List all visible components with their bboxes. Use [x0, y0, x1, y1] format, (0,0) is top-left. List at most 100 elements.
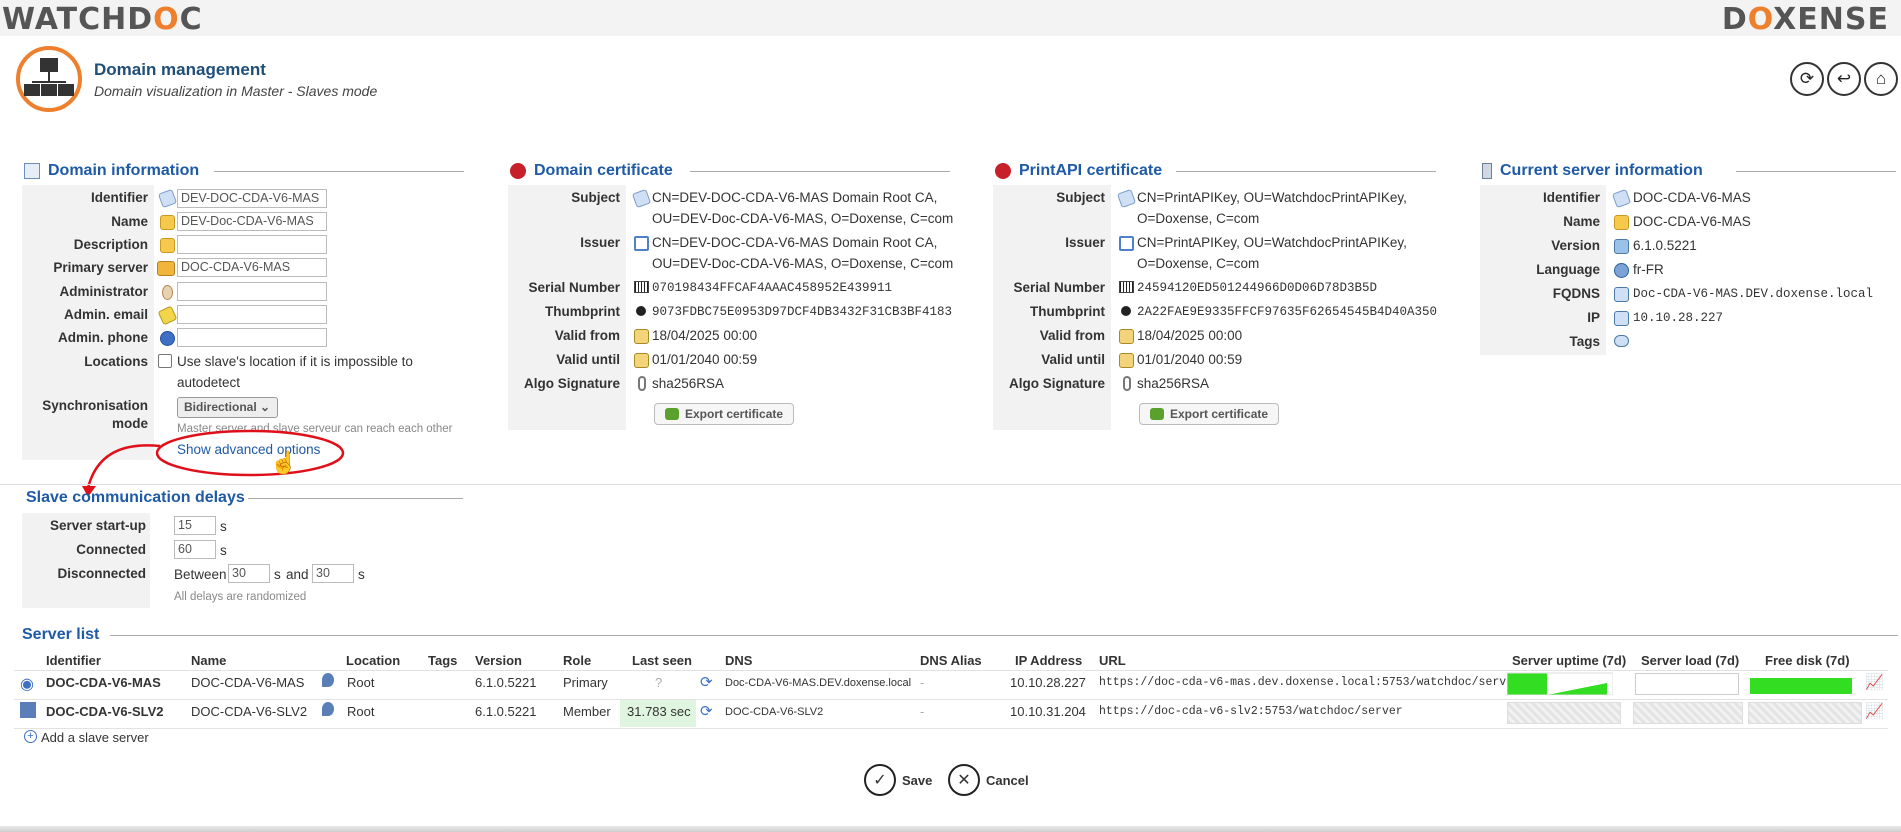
cert-algo: sha256RSA: [652, 376, 725, 391]
save-label[interactable]: Save: [902, 773, 932, 788]
label-tags: Tags: [1569, 334, 1600, 349]
cancel-label[interactable]: Cancel: [986, 773, 1029, 788]
cert-valid-from: 18/04/2025 00:00: [652, 328, 758, 343]
cancel-button[interactable]: ✕: [948, 764, 980, 796]
column-name[interactable]: Name: [191, 653, 226, 668]
barcode-icon: [634, 281, 649, 293]
column-ip-address[interactable]: IP Address: [1015, 653, 1082, 668]
barcode-icon: [1119, 281, 1134, 293]
printapi-thumbprint: 2A22FAE9E9335FFCF97635F62654545B4D40A350: [1137, 305, 1438, 319]
load-chart-empty: [1633, 702, 1743, 724]
label-serial-number: Serial Number: [1013, 280, 1105, 295]
label-valid-until: Valid until: [1041, 352, 1105, 367]
export-domain-certificate-button[interactable]: Export certificate: [654, 403, 794, 425]
and-label: and: [286, 567, 309, 582]
row-url[interactable]: https://doc-cda-v6-slv2:5753/watchdoc/se…: [1099, 705, 1403, 718]
network-icon: [1119, 236, 1134, 251]
label-thumbprint: Thumbprint: [1030, 304, 1105, 319]
hand-cursor-icon: ☝: [270, 450, 298, 475]
sync-icon[interactable]: ⟳: [700, 673, 713, 691]
home-button[interactable]: ⌂: [1864, 62, 1898, 96]
save-button[interactable]: ✓: [864, 764, 896, 796]
connected-delay-field[interactable]: 60: [174, 540, 216, 559]
cert-valid-until: 01/01/2040 00:59: [652, 352, 758, 367]
column-url[interactable]: URL: [1099, 653, 1126, 668]
add-icon[interactable]: +: [24, 730, 37, 743]
paperclip-icon: [638, 376, 646, 391]
startup-delay-field[interactable]: 15: [174, 516, 216, 535]
printapi-serial: 24594120ED501244966D0D06D78D3B5D: [1137, 281, 1378, 295]
row-dns: Doc-CDA-V6-MAS.DEV.doxense.local: [725, 677, 912, 689]
key-icon: [636, 306, 646, 316]
row-identifier[interactable]: DOC-CDA-V6-MAS: [46, 675, 161, 690]
unit-label: s: [274, 567, 281, 582]
sync-icon[interactable]: ⟳: [700, 702, 713, 720]
current-server-title: Current server information: [1482, 162, 1703, 180]
column-version[interactable]: Version: [475, 653, 522, 668]
row-last-seen: 31.783 sec: [627, 704, 691, 719]
unit-label: s: [358, 567, 365, 582]
calendar-icon: [634, 353, 649, 368]
column-dns[interactable]: DNS: [725, 653, 752, 668]
printapi-valid-until: 01/01/2040 00:59: [1137, 352, 1243, 367]
row-dns: DOC-CDA-V6-SLV2: [725, 706, 824, 718]
row-name: DOC-CDA-V6-MAS: [191, 675, 305, 690]
column-identifier[interactable]: Identifier: [46, 653, 101, 668]
row-version: 6.1.0.5221: [475, 704, 537, 719]
home-icon: ⌂: [1875, 69, 1887, 88]
column-last-seen[interactable]: Last seen: [632, 653, 692, 668]
server-list-title: Server list: [22, 626, 100, 643]
tags-icon: [1614, 335, 1629, 347]
tag-icon: [1611, 188, 1632, 209]
annotation-arrow: [82, 429, 345, 497]
label-subject: Subject: [571, 190, 620, 205]
free-disk-chart-empty: [1748, 702, 1862, 724]
row-identifier[interactable]: DOC-CDA-V6-SLV2: [46, 704, 164, 719]
uptime-chart: [1507, 672, 1613, 695]
uptime-chart-empty: [1507, 702, 1621, 724]
cert-subject-2: OU=DEV-Doc-CDA-V6-MAS, O=Doxense, C=com: [652, 211, 954, 226]
printapi-issuer: CN=PrintAPIKey, OU=WatchdocPrintAPIKey,: [1137, 235, 1407, 250]
add-slave-server-link[interactable]: Add a slave server: [41, 730, 149, 745]
folder-icon: [1614, 215, 1629, 230]
key-icon: [1121, 306, 1131, 316]
delays-hint: All delays are randomized: [174, 591, 307, 603]
chart-icon[interactable]: 📈: [1865, 673, 1884, 691]
column-dns-alias[interactable]: DNS Alias: [920, 653, 982, 668]
load-chart: [1635, 673, 1739, 695]
tag-icon: [1116, 188, 1137, 209]
refresh-button[interactable]: ⟳: [1790, 62, 1824, 96]
member-server-icon: [20, 702, 36, 718]
column-location[interactable]: Location: [346, 653, 400, 668]
check-icon: ✓: [873, 772, 887, 789]
disconnected-max-field[interactable]: 30: [312, 564, 354, 583]
chart-icon[interactable]: 📈: [1865, 702, 1884, 720]
tag-icon: [631, 188, 652, 209]
label-language: Language: [1536, 262, 1600, 277]
column-role[interactable]: Role: [563, 653, 591, 668]
column-free-disk[interactable]: Free disk (7d): [1765, 653, 1850, 668]
label-identifier: Identifier: [1542, 190, 1600, 205]
column-server-uptime[interactable]: Server uptime (7d): [1512, 653, 1626, 668]
printapi-certificate-title: PrintAPI certificate: [995, 162, 1162, 180]
server-language: fr-FR: [1633, 262, 1664, 277]
label-valid-from: Valid from: [1039, 328, 1105, 343]
cert-serial: 070198434FFCAF4AAAC458952E439911: [652, 281, 893, 295]
row-url[interactable]: https://doc-cda-v6-mas.dev.doxense.local…: [1099, 676, 1520, 689]
row-location: Root: [347, 675, 375, 690]
cert-subject: CN=DEV-DOC-CDA-V6-MAS Domain Root CA,: [652, 190, 938, 205]
refresh-icon: ⟳: [1799, 69, 1815, 88]
label-ip: IP: [1587, 310, 1600, 325]
export-printapi-certificate-button[interactable]: Export certificate: [1139, 403, 1279, 425]
unit-label: s: [220, 519, 227, 534]
server-identifier: DOC-CDA-V6-MAS: [1633, 190, 1751, 205]
label-connected: Connected: [76, 542, 146, 557]
label-algo-signature: Algo Signature: [523, 376, 620, 391]
back-button[interactable]: ↩: [1827, 62, 1861, 96]
column-tags[interactable]: Tags: [428, 653, 457, 668]
version-icon: [1614, 239, 1629, 254]
disconnected-min-field[interactable]: 30: [228, 564, 270, 583]
location-pin-icon: [322, 673, 334, 687]
column-server-load[interactable]: Server load (7d): [1641, 653, 1739, 668]
between-label: Between: [174, 567, 227, 582]
